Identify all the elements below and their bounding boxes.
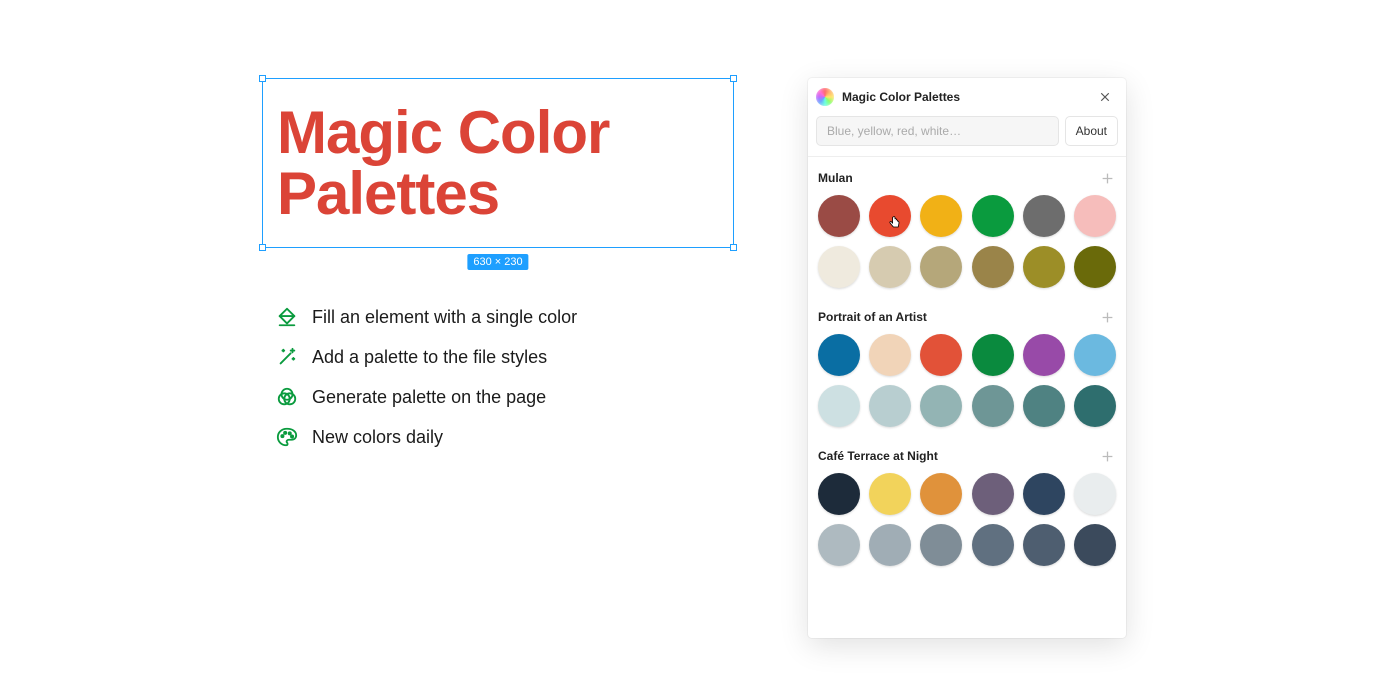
color-swatch[interactable] [1023, 195, 1065, 237]
close-button[interactable] [1094, 86, 1116, 108]
color-swatch[interactable] [1023, 246, 1065, 288]
wand-icon [276, 346, 298, 368]
color-swatch[interactable] [869, 246, 911, 288]
selection-frame[interactable]: Magic Color Palettes 630 × 230 [262, 78, 734, 248]
palette-group: Portrait of an Artist [816, 302, 1118, 427]
plugin-logo-icon [816, 88, 834, 106]
color-swatch[interactable] [972, 195, 1014, 237]
plugin-window: Magic Color Palettes About Mulan Portrait… [808, 78, 1126, 638]
color-swatch[interactable] [972, 524, 1014, 566]
palette-name: Café Terrace at Night [818, 449, 938, 463]
color-swatch[interactable] [1023, 473, 1065, 515]
feature-item: Generate palette on the page [276, 386, 734, 408]
color-swatch[interactable] [818, 473, 860, 515]
cursor-hand-icon [887, 214, 903, 232]
color-swatch[interactable] [869, 195, 911, 237]
color-swatch[interactable] [972, 473, 1014, 515]
palette-list: Mulan Portrait of an Artist Café Terrace a… [808, 157, 1126, 638]
color-swatch[interactable] [818, 385, 860, 427]
color-swatch[interactable] [920, 334, 962, 376]
color-swatch[interactable] [920, 195, 962, 237]
search-input[interactable] [816, 116, 1059, 146]
add-palette-button[interactable] [1098, 447, 1116, 465]
plus-icon [1101, 172, 1114, 185]
venn-icon [276, 386, 298, 408]
feature-text: Fill an element with a single color [312, 307, 577, 328]
plugin-header: Magic Color Palettes [808, 78, 1126, 116]
color-swatch[interactable] [920, 246, 962, 288]
swatch-row [816, 334, 1118, 427]
headline-text[interactable]: Magic Color Palettes [263, 102, 733, 224]
plus-icon [1101, 450, 1114, 463]
feature-text: Add a palette to the file styles [312, 347, 547, 368]
close-icon [1099, 91, 1111, 103]
color-swatch[interactable] [818, 334, 860, 376]
color-swatch[interactable] [1023, 385, 1065, 427]
palette-header: Portrait of an Artist [816, 302, 1118, 334]
color-swatch[interactable] [1023, 524, 1065, 566]
plugin-title: Magic Color Palettes [842, 90, 1086, 104]
palette-name: Portrait of an Artist [818, 310, 927, 324]
palette-group: Mulan [816, 163, 1118, 288]
about-button[interactable]: About [1065, 116, 1118, 146]
fill-icon [276, 306, 298, 328]
promo-left-panel: Magic Color Palettes 630 × 230 Fill an e… [262, 78, 734, 466]
feature-list: Fill an element with a single color Add … [276, 306, 734, 448]
color-swatch[interactable] [920, 385, 962, 427]
color-swatch[interactable] [818, 246, 860, 288]
add-palette-button[interactable] [1098, 308, 1116, 326]
color-swatch[interactable] [920, 473, 962, 515]
selection-dimensions-badge: 630 × 230 [467, 254, 528, 270]
color-swatch[interactable] [972, 246, 1014, 288]
swatch-row [816, 195, 1118, 288]
plugin-toolbar: About [808, 116, 1126, 157]
plus-icon [1101, 311, 1114, 324]
resize-handle-top-right[interactable] [730, 75, 737, 82]
color-swatch[interactable] [1074, 473, 1116, 515]
resize-handle-bottom-left[interactable] [259, 244, 266, 251]
feature-item: Add a palette to the file styles [276, 346, 734, 368]
palette-group: Café Terrace at Night [816, 441, 1118, 566]
resize-handle-bottom-right[interactable] [730, 244, 737, 251]
feature-item: New colors daily [276, 426, 734, 448]
feature-item: Fill an element with a single color [276, 306, 734, 328]
color-swatch[interactable] [972, 385, 1014, 427]
add-palette-button[interactable] [1098, 169, 1116, 187]
feature-text: Generate palette on the page [312, 387, 546, 408]
feature-text: New colors daily [312, 427, 443, 448]
color-swatch[interactable] [869, 385, 911, 427]
color-swatch[interactable] [1074, 246, 1116, 288]
color-swatch[interactable] [1074, 195, 1116, 237]
palette-name: Mulan [818, 171, 853, 185]
color-swatch[interactable] [869, 473, 911, 515]
color-swatch[interactable] [1074, 334, 1116, 376]
palette-header: Mulan [816, 163, 1118, 195]
color-swatch[interactable] [869, 334, 911, 376]
swatch-row [816, 473, 1118, 566]
color-swatch[interactable] [818, 195, 860, 237]
color-swatch[interactable] [1074, 385, 1116, 427]
color-swatch[interactable] [818, 524, 860, 566]
resize-handle-top-left[interactable] [259, 75, 266, 82]
color-swatch[interactable] [1074, 524, 1116, 566]
color-swatch[interactable] [869, 524, 911, 566]
palette-header: Café Terrace at Night [816, 441, 1118, 473]
color-swatch[interactable] [1023, 334, 1065, 376]
color-swatch[interactable] [972, 334, 1014, 376]
palette-icon [276, 426, 298, 448]
color-swatch[interactable] [920, 524, 962, 566]
